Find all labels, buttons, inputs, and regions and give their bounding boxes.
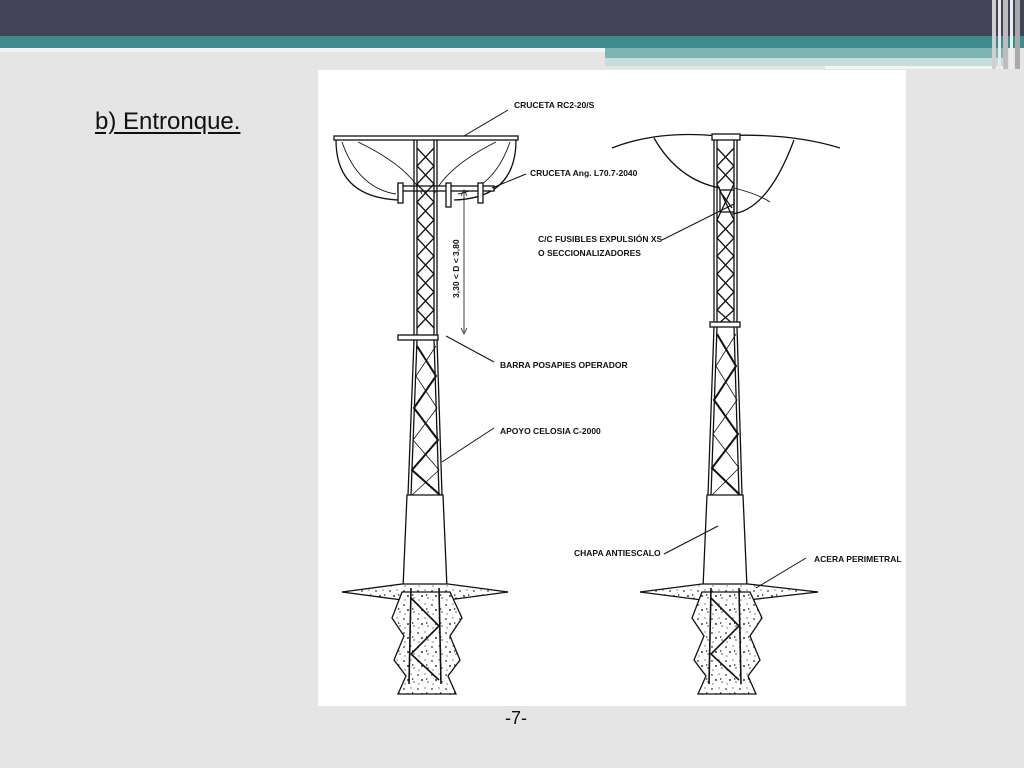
corner-stripe: [1003, 0, 1008, 69]
conductor-arc: [341, 141, 397, 195]
foundation: [391, 591, 463, 695]
right-tower: [611, 133, 841, 695]
foot-bar: [397, 334, 439, 341]
corner-stripe: [1015, 0, 1020, 69]
left-tower: [333, 135, 519, 695]
conductor-arc: [335, 139, 401, 201]
header-pale-stripe: [605, 58, 1005, 66]
label-cruceta-rc2: CRUCETA RC2-20/S: [514, 100, 595, 110]
header-light-stripe: [0, 48, 605, 52]
leader-lines: [441, 109, 807, 589]
dimension-label: 3,30 < D < 3,80: [451, 239, 461, 298]
label-apoyo-celosia: APOYO CELOSIA C-2000: [500, 426, 601, 436]
crossarm-rc2: [333, 135, 519, 141]
label-seccionalizadores: O SECCIONALIZADORES: [538, 248, 641, 258]
label-cruceta-angle: CRUCETA Ang. L70.7-2040: [530, 168, 638, 178]
slide-title: b) Entronque.: [95, 108, 241, 135]
header-accent-band: [0, 36, 1024, 48]
corner-stripe: [1010, 0, 1013, 69]
corner-stripe: [998, 0, 1001, 69]
label-chapa-antiescalo: CHAPA ANTIESCALO: [574, 548, 661, 558]
conductor-drop: [731, 139, 795, 215]
conductor-drop: [653, 137, 721, 189]
anti-climb-plate: [402, 494, 448, 589]
label-fusibles: C/C FUSIBLES EXPULSIÓN XS: [538, 233, 663, 244]
header-band: [0, 0, 1024, 36]
tower-diagram: CRUCETA RC2-20/S CRUCETA Ang. L70.7-2040…: [333, 100, 902, 695]
label-acera-perimetral: ACERA PERIMETRAL: [814, 554, 902, 564]
page-number: -7-: [505, 708, 527, 728]
label-barra-posapies: BARRA POSAPIES OPERADOR: [500, 360, 628, 370]
header-white-stripe: [825, 66, 1005, 69]
header-teal-stripe: [605, 48, 1005, 58]
diagram-panel: CRUCETA RC2-20/S CRUCETA Ang. L70.7-2040…: [318, 70, 906, 706]
corner-stripe: [992, 0, 996, 69]
